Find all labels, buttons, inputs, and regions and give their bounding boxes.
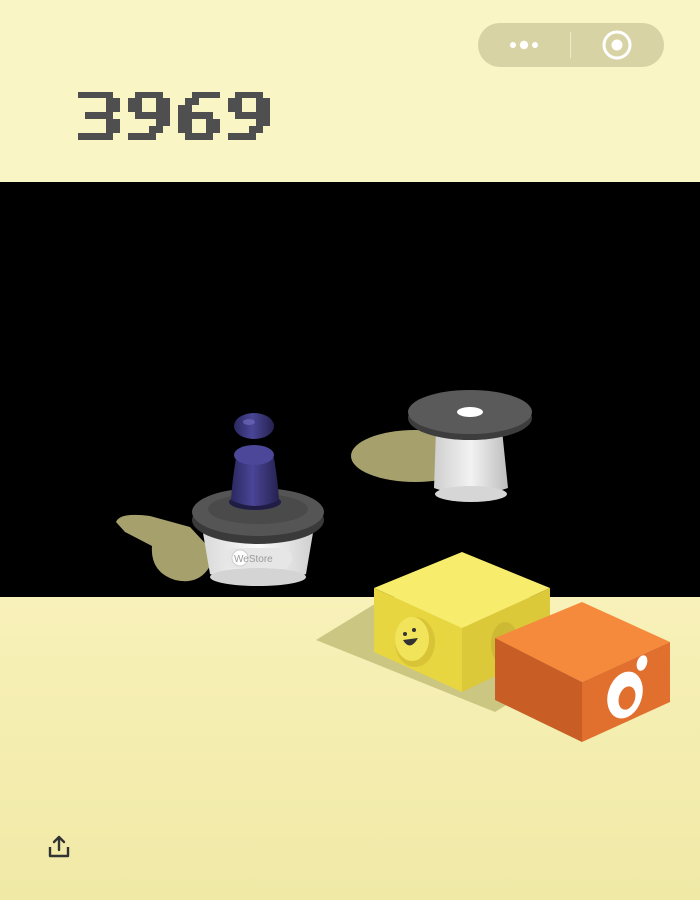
score-digit	[228, 92, 270, 140]
target-circle-icon	[602, 30, 632, 60]
share-button[interactable]	[44, 832, 74, 862]
menu-capsule	[478, 23, 664, 67]
game-scene[interactable]: WeStore	[0, 182, 700, 900]
score-digit	[128, 92, 170, 140]
score-digit	[178, 92, 220, 140]
more-button[interactable]	[478, 23, 570, 67]
share-upload-icon	[48, 835, 70, 858]
void-area	[0, 182, 700, 597]
score-digit	[78, 92, 120, 140]
more-dots-icon	[510, 40, 538, 50]
close-button[interactable]	[571, 23, 663, 67]
jumper-piece[interactable]	[229, 413, 281, 510]
cup-label: WeStore	[234, 554, 273, 565]
game-screen[interactable]: WeStore	[0, 0, 700, 900]
score-display	[78, 92, 270, 140]
